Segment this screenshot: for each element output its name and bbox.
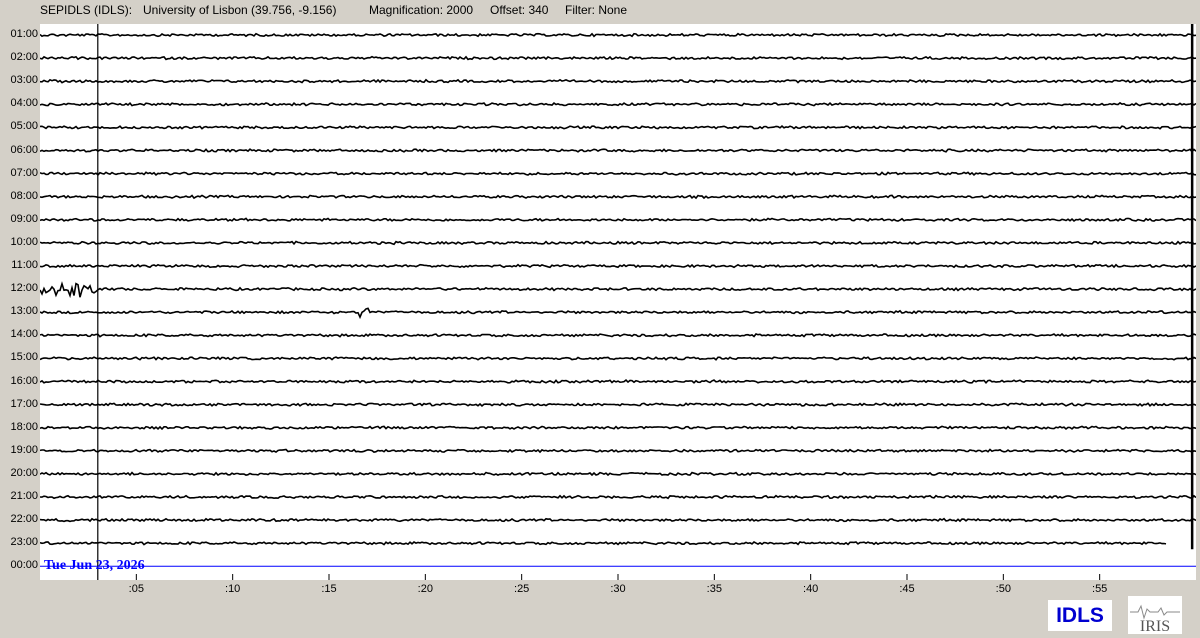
trace-line bbox=[40, 379, 1196, 385]
trace-line bbox=[40, 281, 1196, 299]
row-label: 03:00 bbox=[10, 74, 38, 87]
x-tick-label: :15 bbox=[321, 583, 337, 595]
row-label: 17:00 bbox=[10, 397, 38, 410]
offset-readout: Offset: 340 bbox=[490, 3, 549, 17]
row-label: 05:00 bbox=[10, 120, 38, 133]
x-tick-label: :45 bbox=[899, 583, 915, 595]
trace-line bbox=[40, 425, 1196, 431]
row-label: 02:00 bbox=[10, 51, 38, 64]
row-label: 23:00 bbox=[10, 536, 38, 549]
x-tick-label: :05 bbox=[128, 583, 144, 595]
trace-line bbox=[40, 402, 1196, 407]
trace-line bbox=[40, 125, 1196, 130]
row-label: 07:00 bbox=[10, 166, 38, 179]
station-name: SEPIDLS (IDLS): bbox=[40, 3, 133, 17]
x-tick-label: :35 bbox=[706, 583, 722, 595]
x-tick-label: :55 bbox=[1092, 583, 1108, 595]
x-tick-label: :40 bbox=[803, 583, 819, 595]
trace-line bbox=[40, 101, 1196, 107]
trace-line bbox=[40, 148, 1196, 153]
row-label: 01:00 bbox=[10, 28, 38, 40]
row-label: 14:00 bbox=[10, 328, 38, 341]
trace-line bbox=[40, 332, 1196, 338]
trace-line bbox=[40, 517, 1196, 523]
date-label: Tue Jun 23, 2026 bbox=[44, 558, 145, 573]
x-tick-label: :30 bbox=[610, 583, 626, 595]
trace-line bbox=[40, 171, 1196, 177]
row-label: 22:00 bbox=[10, 513, 38, 526]
trace-line bbox=[40, 540, 1167, 546]
helicorder-plot bbox=[40, 24, 1196, 580]
row-label: 15:00 bbox=[10, 351, 38, 364]
trace-line bbox=[40, 263, 1196, 269]
filter-readout: Filter: None bbox=[565, 3, 628, 17]
trace-line bbox=[40, 78, 1196, 84]
x-tick-label: :10 bbox=[225, 583, 241, 595]
row-label: 16:00 bbox=[10, 374, 38, 387]
trace-line bbox=[40, 471, 1196, 477]
trace-line bbox=[40, 55, 1196, 61]
x-tick-label: :25 bbox=[514, 583, 530, 595]
row-label: 09:00 bbox=[10, 212, 38, 225]
row-label: 04:00 bbox=[10, 97, 38, 110]
row-label: 10:00 bbox=[10, 235, 38, 248]
iris-logo-text: IRIS bbox=[1140, 618, 1170, 634]
iris-logo: IRIS bbox=[1128, 596, 1182, 634]
trace-line bbox=[40, 448, 1196, 454]
magnification-readout: Magnification: 2000 bbox=[369, 3, 474, 17]
trace-line bbox=[40, 240, 1196, 246]
row-label: 11:00 bbox=[11, 259, 38, 271]
trace-line bbox=[40, 217, 1196, 223]
helicorder-svg bbox=[40, 24, 1196, 580]
header-bar: SEPIDLS (IDLS): University of Lisbon (39… bbox=[0, 0, 1200, 22]
idls-logo: IDLS bbox=[1048, 600, 1112, 631]
trace-line bbox=[40, 194, 1196, 200]
trace-line bbox=[40, 356, 1196, 361]
row-label: 06:00 bbox=[10, 143, 38, 156]
row-label: 08:00 bbox=[10, 189, 38, 202]
x-tick-label: :50 bbox=[995, 583, 1011, 595]
x-tick-label: :20 bbox=[417, 583, 433, 595]
trace-line bbox=[40, 32, 1196, 38]
station-location: University of Lisbon (39.756, -9.156) bbox=[143, 3, 337, 17]
iris-logo-icon: IRIS bbox=[1130, 604, 1180, 634]
row-label: 21:00 bbox=[10, 490, 38, 502]
row-label: 00:00 bbox=[10, 559, 38, 572]
row-label: 13:00 bbox=[10, 305, 38, 318]
row-label: 12:00 bbox=[10, 282, 38, 295]
row-label: 20:00 bbox=[10, 466, 38, 479]
row-label: 18:00 bbox=[10, 420, 38, 433]
trace-line bbox=[40, 494, 1196, 500]
row-label: 19:00 bbox=[10, 443, 38, 456]
trace-line bbox=[40, 307, 1196, 320]
